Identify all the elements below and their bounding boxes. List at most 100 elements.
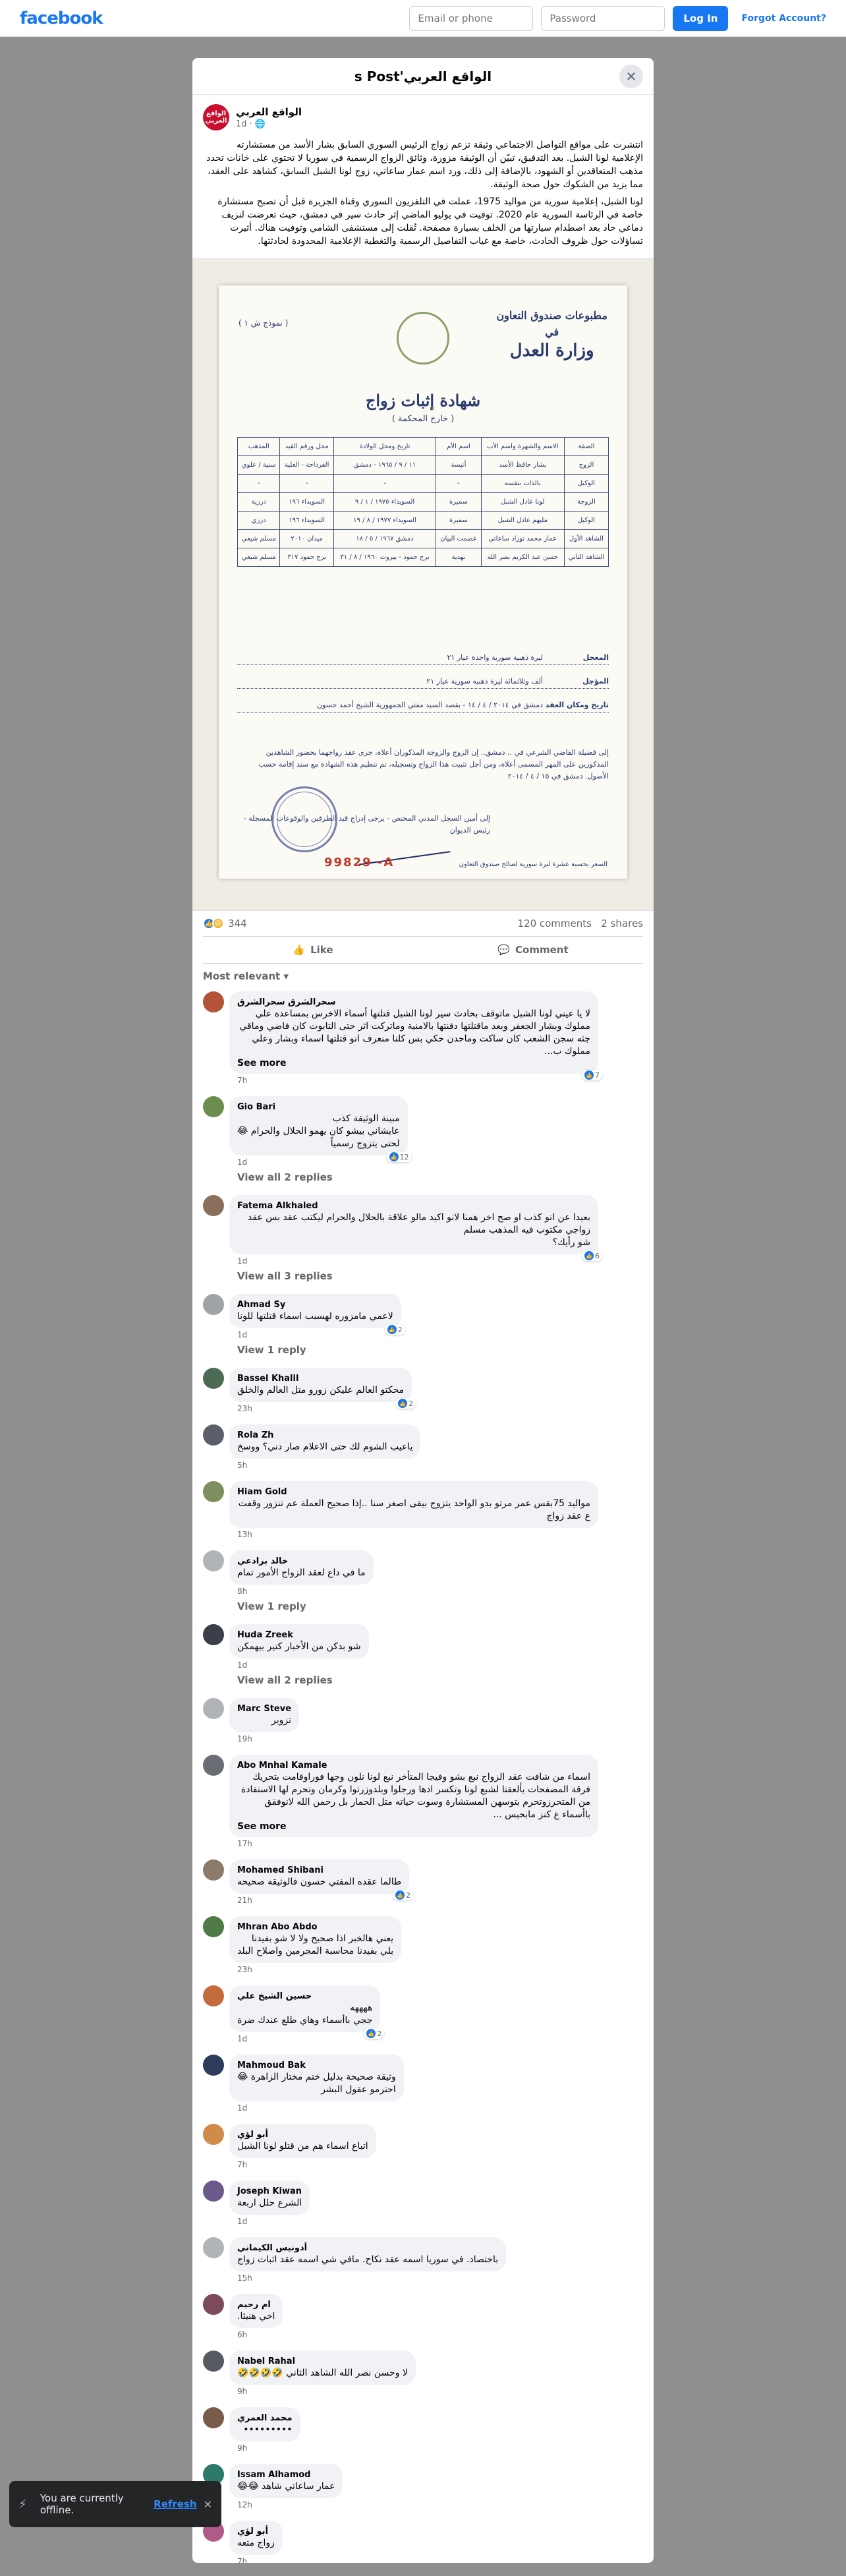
like-button[interactable]: 👍 Like	[203, 937, 423, 963]
comment-time[interactable]: 15h	[237, 2273, 252, 2283]
comment-time[interactable]: 1d	[237, 2034, 247, 2043]
password-field[interactable]	[541, 5, 665, 31]
commenter-name[interactable]: Gio Bari	[237, 1101, 400, 1113]
commenter-name[interactable]: أبو لؤي	[237, 2129, 368, 2140]
comment-time[interactable]: 1d	[237, 2217, 247, 2226]
commenter-avatar[interactable]	[203, 1698, 224, 1719]
view-replies-link[interactable]: View 1 reply	[229, 1598, 643, 1615]
comment-time[interactable]: 1d	[237, 1330, 247, 1339]
commenter-avatar[interactable]	[203, 1424, 224, 1446]
shares-count[interactable]: 2 shares	[601, 918, 643, 929]
commenter-avatar[interactable]	[203, 1368, 224, 1389]
commenter-name[interactable]: Bassel Khalil	[237, 1373, 404, 1384]
commenter-avatar[interactable]	[203, 2055, 224, 2076]
close-icon[interactable]: ✕	[204, 2498, 212, 2511]
comment-time[interactable]: 1d	[237, 1660, 247, 1670]
comment-time[interactable]: 7h	[237, 2160, 247, 2169]
commenter-name[interactable]: Rola Zh	[237, 1430, 412, 1441]
commenter-avatar[interactable]	[203, 1481, 224, 1502]
comment-reactions[interactable]: 👍 2	[384, 1324, 405, 1335]
comment-time[interactable]: 19h	[237, 1734, 252, 1743]
commenter-avatar[interactable]	[203, 1096, 224, 1117]
view-replies-link[interactable]: View all 3 replies	[229, 1268, 643, 1285]
comment-time[interactable]: 21h	[237, 1896, 252, 1905]
commenter-name[interactable]: أدونيس الكيماني	[237, 2242, 498, 2254]
comment-time[interactable]: 1d	[237, 1256, 247, 1266]
commenter-name[interactable]: Abo Mnhal Kamale	[237, 1760, 590, 1771]
commenter-name[interactable]: Marc Steve	[237, 1703, 291, 1714]
comment-time[interactable]: 9h	[237, 2387, 247, 2396]
commenter-name[interactable]: Mhran Abo Abdo	[237, 1921, 393, 1933]
author-name[interactable]: الواقع العربي	[236, 106, 302, 118]
refresh-link[interactable]: Refresh	[154, 2498, 196, 2510]
commenter-name[interactable]: Mahmoud Bak	[237, 2060, 396, 2071]
author-avatar[interactable]: الواقع العربي	[203, 104, 229, 131]
commenter-name[interactable]: Huda Zreek	[237, 1629, 361, 1641]
comment-time[interactable]: 8h	[237, 1587, 247, 1596]
comment-time[interactable]: 7h	[237, 1076, 247, 1085]
commenter-avatar[interactable]	[203, 1916, 224, 1937]
post-image[interactable]: مطبوعات صندوق التعاون في وزارة العدل ( ن…	[192, 258, 654, 911]
commenter-name[interactable]: Hiam Gold	[237, 1486, 590, 1498]
commenter-avatar[interactable]	[203, 2294, 224, 2315]
commenter-name[interactable]: سحرالشرق سحرالشرق	[237, 997, 590, 1008]
commenter-avatar[interactable]	[203, 1859, 224, 1881]
forgot-account-link[interactable]: Forgot Account?	[741, 13, 826, 24]
comment-sort-dropdown[interactable]: Most relevant ▾	[192, 964, 654, 989]
commenter-avatar[interactable]	[203, 1195, 224, 1216]
commenter-avatar[interactable]	[203, 1624, 224, 1645]
commenter-avatar[interactable]	[203, 2351, 224, 2372]
commenter-avatar[interactable]	[203, 1985, 224, 2006]
view-replies-link[interactable]: View all 2 replies	[229, 1169, 643, 1186]
commenter-name[interactable]: Issam Alhamod	[237, 2469, 335, 2480]
commenter-avatar[interactable]	[203, 991, 224, 1012]
commenter-avatar[interactable]	[203, 1294, 224, 1315]
comment-reactions[interactable]: 👍 2	[364, 2028, 385, 2039]
comment-time[interactable]: 12h	[237, 2500, 252, 2509]
commenter-name[interactable]: Nabel Rahal	[237, 2356, 408, 2367]
comment-reactions[interactable]: 👍 6	[582, 1250, 602, 1261]
comment-time[interactable]: 9h	[237, 2444, 247, 2453]
post-time[interactable]: 1d · 🌐	[236, 119, 302, 129]
commenter-name[interactable]: محمد العمري	[237, 2413, 293, 2424]
commenter-avatar[interactable]	[203, 2407, 224, 2428]
comment-time[interactable]: 23h	[237, 1965, 252, 1974]
login-button[interactable]: Log In	[673, 5, 729, 31]
comments-count[interactable]: 120 comments	[517, 918, 591, 929]
reaction-icons[interactable]: 👍 😆	[203, 918, 224, 929]
view-replies-link[interactable]: View 1 reply	[229, 1341, 643, 1359]
comment-time[interactable]: 7h	[237, 2557, 247, 2563]
commenter-name[interactable]: Fatema Alkhaled	[237, 1200, 590, 1212]
commenter-name[interactable]: Ahmad Sy	[237, 1299, 393, 1310]
comment-reactions[interactable]: 👍 7	[582, 1070, 602, 1080]
comment-button[interactable]: 💬 Comment	[423, 937, 643, 963]
commenter-avatar[interactable]	[203, 2181, 224, 2202]
comment-time[interactable]: 23h	[237, 1404, 252, 1413]
comment-time[interactable]: 1d	[237, 1157, 247, 1167]
comment-time[interactable]: 13h	[237, 1530, 252, 1539]
comment-reactions[interactable]: 👍 2	[393, 1890, 414, 1900]
commenter-avatar[interactable]	[203, 2237, 224, 2258]
facebook-logo[interactable]: facebook	[20, 9, 103, 28]
see-more-link[interactable]: See more	[237, 1821, 590, 1832]
see-more-link[interactable]: See more	[237, 1058, 590, 1068]
commenter-name[interactable]: أبو لؤي	[237, 2526, 275, 2537]
commenter-name[interactable]: حسين الشيخ علي	[237, 1991, 372, 2002]
view-replies-link[interactable]: View all 2 replies	[229, 1672, 643, 1689]
commenter-avatar[interactable]	[203, 1755, 224, 1776]
comment-time[interactable]: 5h	[237, 1461, 247, 1470]
close-icon[interactable]: ✕	[619, 65, 643, 88]
commenter-name[interactable]: ام رحيم	[237, 2299, 275, 2310]
commenter-avatar[interactable]	[203, 2124, 224, 2145]
reaction-count[interactable]: 344	[228, 918, 247, 929]
email-field[interactable]	[409, 5, 534, 31]
comment-reactions[interactable]: 👍 12	[386, 1152, 412, 1162]
comment-time[interactable]: 6h	[237, 2330, 247, 2339]
commenter-avatar[interactable]	[203, 1550, 224, 1571]
comment-time[interactable]: 17h	[237, 1839, 252, 1848]
commenter-name[interactable]: خالد برادعي	[237, 1556, 366, 1567]
comment-reactions[interactable]: 👍 2	[395, 1398, 416, 1409]
commenter-name[interactable]: Mohamed Shibani	[237, 1865, 401, 1876]
commenter-name[interactable]: Joseph Kiwan	[237, 2186, 302, 2197]
comment-time[interactable]: 1d	[237, 2103, 247, 2113]
